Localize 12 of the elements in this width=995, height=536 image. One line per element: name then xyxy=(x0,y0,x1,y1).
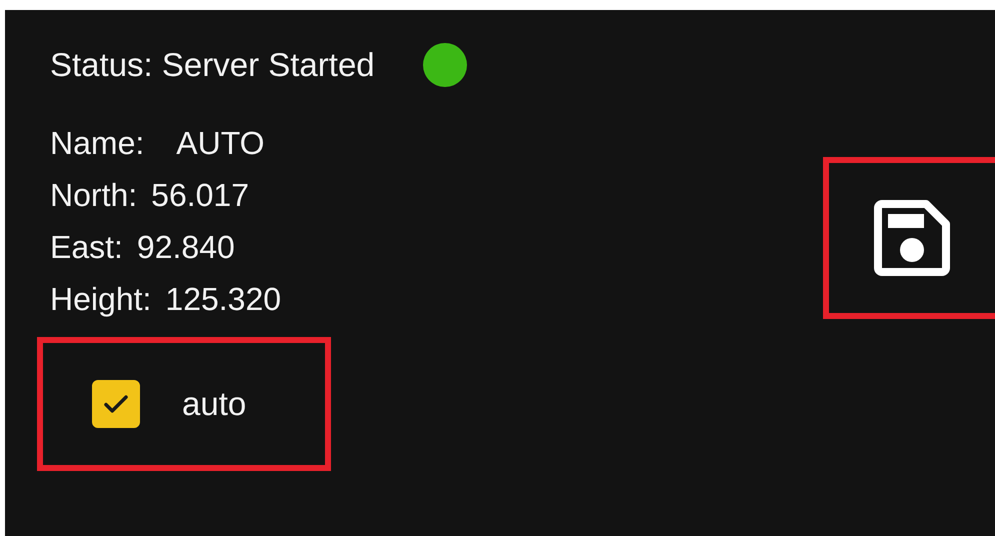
field-value: 92.840 xyxy=(136,228,235,267)
field-label: Height: xyxy=(50,280,152,319)
field-value: 125.320 xyxy=(165,280,282,319)
field-label: North: xyxy=(50,176,138,215)
save-button[interactable] xyxy=(874,200,950,276)
checkbox-label: auto xyxy=(182,385,246,423)
field-label: Name: xyxy=(50,124,144,163)
field-label: East: xyxy=(50,228,123,267)
field-value: AUTO xyxy=(176,124,265,163)
status-text: Status: Server Started xyxy=(50,45,375,85)
checkbox[interactable] xyxy=(92,380,140,428)
field-value: 56.017 xyxy=(151,176,250,215)
